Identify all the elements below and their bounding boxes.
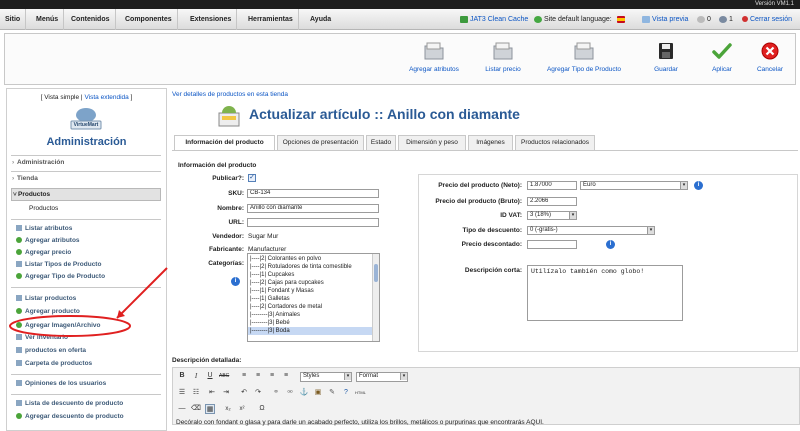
net-price-label: Precio del producto (Neto): — [438, 182, 522, 189]
vat-label: ID VAT: — [500, 212, 522, 219]
category-option-selected[interactable]: |--------|3| Boda — [248, 327, 372, 335]
breadcrumb[interactable]: Ver detalles de productos en esta tienda — [172, 91, 288, 98]
visual-aid-icon[interactable]: ▦ — [205, 404, 215, 414]
url-label: URL: — [228, 219, 244, 226]
category-option[interactable]: |----|2| Colorantes en polvo — [248, 255, 372, 263]
strikethrough-button[interactable]: ABC — [219, 371, 229, 381]
discount-type-select[interactable]: 0 (-gratis-) ▾ — [527, 226, 655, 235]
subscript-button[interactable]: x₂ — [223, 404, 233, 414]
tab-status[interactable]: Estado — [366, 135, 396, 150]
format-select[interactable]: Format ▾ — [356, 372, 408, 382]
info-icon[interactable]: i — [694, 181, 703, 190]
format-value: Format — [359, 373, 379, 379]
categories-label: Categorías: — [208, 260, 244, 267]
html-icon[interactable]: HTML — [355, 388, 366, 398]
image-icon[interactable]: ▣ — [313, 388, 323, 398]
category-option[interactable]: |--------|3| Animales — [248, 311, 372, 319]
info-icon[interactable]: i — [231, 277, 240, 286]
special-char-icon[interactable]: Ω — [257, 404, 267, 414]
categories-scrollbar[interactable] — [372, 254, 379, 341]
sku-input[interactable]: CB-134 — [247, 189, 379, 198]
category-option[interactable]: |----|2| Rotuladores de tinta comestible — [248, 263, 372, 271]
cleanup-icon[interactable]: ✎ — [327, 388, 337, 398]
name-label: Nombre: — [217, 205, 244, 212]
anchor-icon[interactable]: ⚓ — [299, 388, 309, 398]
gross-price-label: Precio del producto (Bruto): — [435, 198, 522, 205]
short-description-label: Descripción corta: — [464, 267, 522, 274]
dropdown-arrow-icon: ▾ — [647, 227, 654, 234]
category-option[interactable]: |----|1| Fondant y Masas — [248, 287, 372, 295]
horizontal-rule-icon[interactable]: — — [177, 404, 187, 414]
dropdown-arrow-icon: ▾ — [569, 212, 576, 219]
dropdown-arrow-icon: ▾ — [344, 373, 351, 380]
publish-checkbox[interactable]: ✓ — [248, 174, 256, 182]
tab-product-info[interactable]: Información del producto — [174, 135, 275, 151]
styles-value: Styles — [303, 373, 320, 379]
discounted-price-label: Precio descontado: — [461, 241, 522, 248]
unlink-icon[interactable]: ⚮ — [285, 388, 295, 398]
tab-dimensions[interactable]: Dimensión y peso — [398, 135, 466, 150]
vendor-label: Vendedor: — [212, 233, 244, 240]
dropdown-arrow-icon: ▾ — [680, 182, 687, 189]
manufacturer-value: Manufacturer — [248, 246, 287, 253]
manufacturer-label: Fabricante: — [208, 246, 244, 253]
net-price-input[interactable]: 1.87000 — [527, 181, 577, 190]
sku-label: SKU: — [228, 190, 244, 197]
align-center-icon[interactable]: ≡ — [253, 371, 263, 381]
name-input[interactable]: Anillo con diamante — [247, 204, 379, 213]
italic-button[interactable]: I — [191, 371, 201, 381]
currency-value: Euro — [583, 182, 596, 188]
outdent-icon[interactable]: ⇤ — [207, 388, 217, 398]
category-option[interactable]: |----|1| Cupcakes — [248, 271, 372, 279]
tab-display-options[interactable]: Opciones de presentación — [277, 135, 364, 150]
gross-price-input[interactable]: 2.2066 — [527, 197, 577, 206]
indent-icon[interactable]: ⇥ — [221, 388, 231, 398]
justify-icon[interactable]: ≡ — [281, 371, 291, 381]
editor-toolbar: B I U ABC ≡ ≡ ≡ ≡ Styles ▾ Format ▾ ☰ ☷ ⇤ … — [172, 367, 800, 425]
detailed-description-label: Descripción detallada: — [172, 357, 242, 364]
category-option[interactable]: |----|2| Cajas para cupcakes — [248, 279, 372, 287]
category-option[interactable]: |----|1| Galletas — [248, 295, 372, 303]
tab-images[interactable]: Imágenes — [468, 135, 513, 150]
link-icon[interactable]: ⚭ — [271, 388, 281, 398]
redo-icon[interactable]: ↷ — [253, 388, 263, 398]
discount-type-value: 0 (-gratis-) — [530, 227, 558, 233]
product-icon — [216, 105, 242, 127]
underline-button[interactable]: U — [205, 371, 215, 381]
scrollbar-thumb[interactable] — [374, 264, 378, 282]
currency-select[interactable]: Euro ▾ — [580, 181, 688, 190]
section-title: Información del producto — [178, 162, 257, 169]
bold-button[interactable]: B — [177, 371, 187, 381]
align-right-icon[interactable]: ≡ — [267, 371, 277, 381]
bullet-list-icon[interactable]: ☰ — [177, 388, 187, 398]
editor-body[interactable]: Decóralo con fondant o glasa y para darl… — [176, 419, 796, 426]
vat-value: 3 (18%) — [530, 212, 552, 218]
category-option[interactable]: |----|2| Cortadores de metal — [248, 303, 372, 311]
styles-select[interactable]: Styles ▾ — [300, 372, 352, 382]
vendor-value: Sugar Mur — [248, 233, 279, 240]
remove-format-icon[interactable]: ⌫ — [191, 404, 201, 414]
category-option[interactable]: |--------|3| Bebé — [248, 319, 372, 327]
url-input[interactable] — [247, 218, 379, 227]
superscript-button[interactable]: x² — [237, 404, 247, 414]
align-left-icon[interactable]: ≡ — [239, 371, 249, 381]
help-icon[interactable]: ? — [341, 388, 351, 398]
short-description-textarea[interactable]: Utilízalo también como globo! — [527, 265, 683, 321]
numbered-list-icon[interactable]: ☷ — [191, 388, 201, 398]
main-content: Ver detalles de productos en esta tienda… — [172, 88, 800, 431]
categories-list[interactable]: |----|2| Colorantes en polvo |----|2| Ro… — [247, 253, 380, 342]
info-icon[interactable]: i — [606, 240, 615, 249]
publish-label: Publicar?: — [212, 175, 244, 182]
undo-icon[interactable]: ↶ — [239, 388, 249, 398]
vat-select[interactable]: 3 (18%) ▾ — [527, 211, 577, 220]
discounted-price-input[interactable] — [527, 240, 577, 249]
page-title: Actualizar artículo :: Anillo con diaman… — [249, 106, 520, 122]
discount-type-label: Tipo de descuento: — [462, 227, 522, 234]
tab-divider — [172, 150, 798, 151]
tab-related-products[interactable]: Productos relacionados — [515, 135, 595, 150]
dropdown-arrow-icon: ▾ — [400, 373, 407, 380]
